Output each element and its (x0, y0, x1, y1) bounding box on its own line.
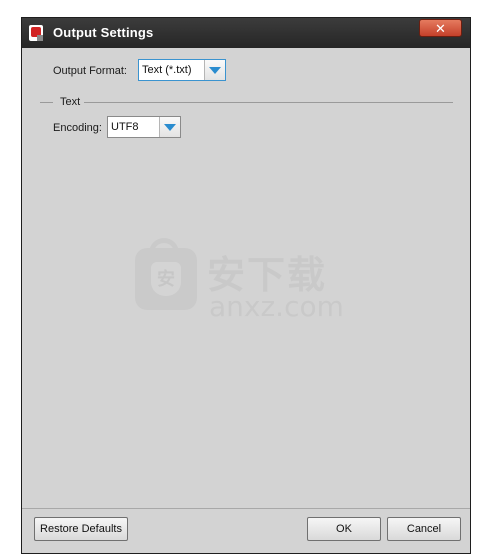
encoding-label: Encoding: (53, 122, 102, 134)
encoding-dropdown-button[interactable] (159, 117, 180, 137)
title-bar[interactable]: Output Settings ✕ (22, 18, 470, 48)
text-group-title: Text (57, 96, 84, 108)
watermark-en-text: anxz.com (209, 290, 344, 323)
output-format-select[interactable]: Text (*.txt) (138, 59, 226, 81)
close-icon: ✕ (435, 21, 446, 36)
window-title: Output Settings (53, 25, 154, 40)
watermark-badge: 安 (151, 262, 181, 296)
ok-button[interactable]: OK (307, 517, 381, 541)
group-divider-left (40, 102, 53, 103)
chevron-down-icon (209, 67, 221, 74)
app-icon (29, 25, 43, 41)
encoding-select[interactable]: UTF8 (107, 116, 181, 138)
restore-defaults-button[interactable]: Restore Defaults (34, 517, 128, 541)
output-format-dropdown-button[interactable] (204, 60, 225, 80)
output-format-label: Output Format: (53, 65, 127, 77)
close-button[interactable]: ✕ (419, 19, 462, 37)
cancel-button[interactable]: Cancel (387, 517, 461, 541)
watermark: 安 安下载 anxz.com (135, 238, 350, 328)
shopping-bag-shield-icon: 安 (135, 238, 197, 310)
chevron-down-icon (164, 124, 176, 131)
encoding-value: UTF8 (111, 121, 139, 133)
output-format-value: Text (*.txt) (142, 64, 192, 76)
footer-divider (22, 508, 470, 509)
group-divider-right (84, 102, 453, 103)
output-settings-dialog: Output Settings ✕ Output Format: Text (*… (21, 17, 471, 554)
